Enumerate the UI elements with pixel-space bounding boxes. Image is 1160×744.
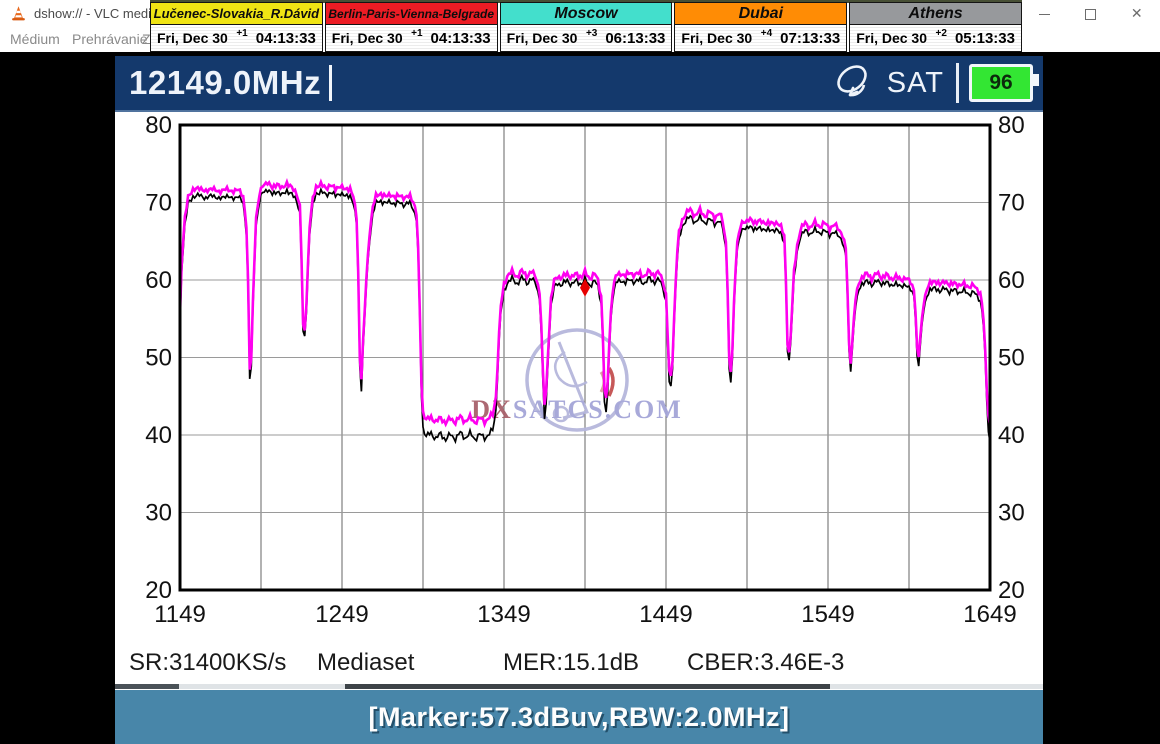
clock-time-row: Fri, Dec 30 +1 04:13:33	[151, 25, 322, 51]
axis-label: 1649	[963, 601, 1016, 628]
clock-time: 04:13:33	[256, 30, 316, 47]
clock-lucenec[interactable]: Lučenec-Slovakia_R.Dávid Fri, Dec 30 +1 …	[150, 2, 323, 52]
letterbox-right	[1043, 52, 1160, 744]
axis-label: 20	[145, 577, 172, 604]
axis-label: 80	[998, 112, 1025, 139]
vlc-window: dshow:// - VLC media p ✕ Médium Prehráva…	[0, 0, 1160, 744]
clock-date: Fri, Dec 30	[332, 30, 403, 46]
marker-readout: [Marker:57.3dBuv,RBW:2.0MHz]	[368, 702, 789, 733]
axis-label: 30	[998, 500, 1025, 527]
clock-time: 04:13:33	[431, 30, 491, 47]
signal-info-row: SR:31400KS/s Mediaset MER:15.1dB CBER:3.…	[115, 645, 1043, 683]
svg-text:DXSATCS.COM: DXSATCS.COM	[471, 395, 683, 424]
axis-label: 50	[145, 345, 172, 372]
axis-label: 70	[145, 190, 172, 217]
close-button[interactable]: ✕	[1131, 0, 1143, 27]
clock-time: 07:13:33	[780, 30, 840, 47]
axis-label: 40	[145, 422, 172, 449]
axis-label: 50	[998, 345, 1025, 372]
window-controls: ✕	[1022, 0, 1160, 27]
spectrum-analyzer-screen: 12149.0MHz SAT 96 DXSATCS.COM 80 80 70 70 60 6…	[115, 52, 1043, 744]
clock-title: Lučenec-Slovakia_R.Dávid	[151, 3, 322, 25]
analyzer-header: 12149.0MHz SAT 96	[115, 56, 1043, 112]
marker-diamond	[580, 279, 590, 297]
symbol-rate-value: SR:31400KS/s	[129, 649, 286, 677]
menu-prehravanie[interactable]: Prehrávanie	[72, 31, 148, 47]
clock-utc-offset: +4	[761, 28, 772, 39]
axis-label: 1449	[639, 601, 692, 628]
clock-title: Berlin-Paris-Vienna-Belgrade	[326, 3, 497, 25]
axis-label: 70	[998, 190, 1025, 217]
axis-label: 60	[998, 267, 1025, 294]
clock-date: Fri, Dec 30	[157, 30, 228, 46]
marker-status-bar: [Marker:57.3dBuv,RBW:2.0MHz]	[115, 690, 1043, 744]
axis-label: 40	[998, 422, 1025, 449]
clock-dubai[interactable]: Dubai Fri, Dec 30 +4 07:13:33	[674, 2, 847, 52]
provider-name: Mediaset	[317, 649, 414, 677]
clock-title: Dubai	[675, 3, 846, 25]
clock-date: Fri, Dec 30	[507, 30, 578, 46]
dxsatcs-watermark: DXSATCS.COM	[471, 330, 683, 430]
axis-label: 1549	[801, 601, 854, 628]
axis-label: 60	[145, 267, 172, 294]
clock-time: 05:13:33	[955, 30, 1015, 47]
clock-utc-offset: +2	[936, 28, 947, 39]
clock-utc-offset: +3	[586, 28, 597, 39]
spectrum-chart: DXSATCS.COM80807070606050504040303020201…	[115, 112, 1043, 645]
mer-value: MER:15.1dB	[503, 649, 639, 677]
analyzer-status: SAT 96	[831, 61, 1033, 105]
letterbox-left	[0, 52, 115, 744]
clock-time-row: Fri, Dec 30 +3 06:13:33	[501, 25, 672, 51]
axis-label: 1149	[154, 601, 206, 628]
satellite-dish-icon	[831, 61, 877, 105]
text-cursor	[329, 65, 332, 101]
header-separator	[956, 63, 959, 103]
menu-medium[interactable]: Médium	[10, 31, 60, 47]
clock-title: Moscow	[501, 3, 672, 25]
seek-strip[interactable]	[115, 684, 1043, 689]
clock-time-row: Fri, Dec 30 +1 04:13:33	[326, 25, 497, 51]
clock-time-row: Fri, Dec 30 +4 07:13:33	[675, 25, 846, 51]
battery-indicator: 96	[969, 64, 1033, 102]
clock-utc-offset: +1	[411, 28, 422, 39]
window-title: dshow:// - VLC media p	[34, 6, 169, 21]
clock-title: Athens	[850, 3, 1021, 25]
clock-utc-offset: +1	[236, 28, 247, 39]
seek-segment	[115, 684, 179, 689]
clock-berlin[interactable]: Berlin-Paris-Vienna-Belgrade Fri, Dec 30…	[325, 2, 498, 52]
world-clocks: Lučenec-Slovakia_R.Dávid Fri, Dec 30 +1 …	[150, 2, 1022, 52]
clock-date: Fri, Dec 30	[856, 30, 927, 46]
cber-value: CBER:3.46E-3	[687, 649, 844, 677]
vlc-logo-icon	[10, 4, 27, 23]
clock-time-row: Fri, Dec 30 +2 05:13:33	[850, 25, 1021, 51]
minimize-button[interactable]	[1039, 0, 1050, 27]
maximize-button[interactable]	[1085, 0, 1096, 27]
axis-label: 80	[145, 112, 172, 139]
seek-segment	[345, 684, 830, 689]
clock-time: 06:13:33	[605, 30, 665, 47]
axis-label: 30	[145, 500, 172, 527]
clock-athens[interactable]: Athens Fri, Dec 30 +2 05:13:33	[849, 2, 1022, 52]
axis-label: 1349	[477, 601, 530, 628]
clock-moscow[interactable]: Moscow Fri, Dec 30 +3 06:13:33	[500, 2, 673, 52]
clock-date: Fri, Dec 30	[681, 30, 752, 46]
sat-mode-label: SAT	[887, 67, 944, 100]
axis-label: 20	[998, 577, 1025, 604]
axis-label: 1249	[315, 601, 368, 628]
frequency-field[interactable]: 12149.0MHz	[129, 64, 321, 102]
battery-percent: 96	[989, 71, 1012, 95]
